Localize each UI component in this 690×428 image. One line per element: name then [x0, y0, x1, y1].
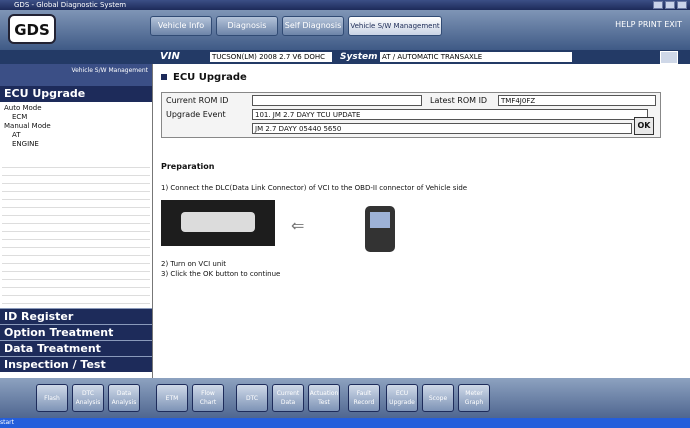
system-value: AT / AUTOMATIC TRANSAXLE [380, 52, 572, 62]
flow-chart-button[interactable]: Flow Chart [192, 384, 224, 412]
current-rom-field [252, 95, 422, 106]
vin-select-button[interactable] [660, 51, 678, 64]
top-tabs: Vehicle Info Diagnosis Self Diagnosis Ve… [150, 16, 442, 36]
vin-bar: VIN TUCSON(LM) 2008 2.7 V6 DOHC System A… [0, 50, 690, 64]
current-data-button[interactable]: Current Data [272, 384, 304, 412]
help-links[interactable]: HELP PRINT EXIT [615, 20, 682, 29]
tree-manual-mode[interactable]: Manual Mode [4, 122, 148, 131]
tab-diagnosis[interactable]: Diagnosis [216, 16, 278, 36]
tree-ecm[interactable]: ECM [4, 113, 148, 122]
scope-button[interactable]: Scope [422, 384, 454, 412]
tree-engine[interactable]: ENGINE [4, 140, 148, 149]
vin-label: VIN [160, 51, 180, 62]
upgrade-event-field[interactable]: 101. JM 2.7 DAYY TCU UPDATE [252, 109, 648, 120]
menu-inspection-test[interactable]: Inspection / Test [0, 356, 152, 372]
tree-at[interactable]: AT [4, 131, 148, 140]
system-label: System [340, 52, 378, 62]
sidebar-header: ECU Upgrade [0, 86, 152, 102]
bottom-toolbar: Flash DTC Analysis Data Analysis ETM Flo… [0, 378, 690, 418]
start-button[interactable]: start [0, 419, 14, 426]
top-toolbar: GDS Vehicle Info Diagnosis Self Diagnosi… [0, 10, 690, 50]
title-bullet-icon [161, 74, 167, 80]
step-3: 3) Click the OK button to continue [161, 270, 281, 278]
upgrade-form: Current ROM ID Latest ROM ID TMF4J0FZ Up… [161, 92, 661, 138]
window-titlebar: GDS - Global Diagnostic System [0, 0, 690, 10]
menu-option-treatment[interactable]: Option Treatment [0, 324, 152, 340]
page-title: ECU Upgrade [161, 72, 247, 83]
dtc-button[interactable]: DTC [236, 384, 268, 412]
tab-sw-management[interactable]: Vehicle S/W Management [348, 16, 442, 36]
close-icon[interactable] [677, 1, 687, 9]
fault-record-button[interactable]: Fault Record [348, 384, 380, 412]
ecu-upgrade-button[interactable]: ECU Upgrade [386, 384, 418, 412]
window-title: GDS - Global Diagnostic System [14, 1, 127, 9]
menu-data-treatment[interactable]: Data Treatment [0, 340, 152, 356]
ok-button[interactable]: OK [634, 117, 654, 135]
minimize-icon[interactable] [653, 1, 663, 9]
event-select[interactable]: JM 2.7 DAYY 05440 5650 [252, 123, 632, 134]
etm-button[interactable]: ETM [156, 384, 188, 412]
tree-auto-mode[interactable]: Auto Mode [4, 104, 148, 113]
sidebar-top: Vehicle S/W Management [0, 64, 152, 86]
vci-device-image [365, 206, 395, 252]
tab-vehicle-info[interactable]: Vehicle Info [150, 16, 212, 36]
step-1: 1) Connect the DLC(Data Link Connector) … [161, 184, 468, 192]
main-panel: ECU Upgrade Current ROM ID Latest ROM ID… [153, 64, 690, 378]
left-arrow-icon: ⇐ [291, 216, 305, 235]
preparation-heading: Preparation [161, 162, 215, 171]
window-controls [653, 1, 687, 9]
vin-value: TUCSON(LM) 2008 2.7 V6 DOHC [210, 52, 332, 62]
latest-rom-label: Latest ROM ID [430, 96, 488, 105]
tab-self-diagnosis[interactable]: Self Diagnosis [282, 16, 344, 36]
flash-button[interactable]: Flash [36, 384, 68, 412]
app-logo: GDS [8, 14, 56, 44]
os-taskbar: start [0, 418, 690, 428]
step-2: 2) Turn on VCI unit [161, 260, 226, 268]
menu-id-register[interactable]: ID Register [0, 308, 152, 324]
latest-rom-field: TMF4J0FZ [498, 95, 656, 106]
sidebar: Vehicle S/W Management ECU Upgrade Auto … [0, 64, 153, 378]
tree-background [2, 160, 150, 308]
connector-image [161, 200, 275, 246]
meter-graph-button[interactable]: Meter Graph [458, 384, 490, 412]
data-analysis-button[interactable]: Data Analysis [108, 384, 140, 412]
upgrade-event-label: Upgrade Event [166, 110, 226, 119]
dtc-analysis-button[interactable]: DTC Analysis [72, 384, 104, 412]
current-rom-label: Current ROM ID [166, 96, 229, 105]
actuation-test-button[interactable]: Actuation Test [308, 384, 340, 412]
ecu-tree: Auto Mode ECM Manual Mode AT ENGINE [0, 102, 152, 151]
maximize-icon[interactable] [665, 1, 675, 9]
